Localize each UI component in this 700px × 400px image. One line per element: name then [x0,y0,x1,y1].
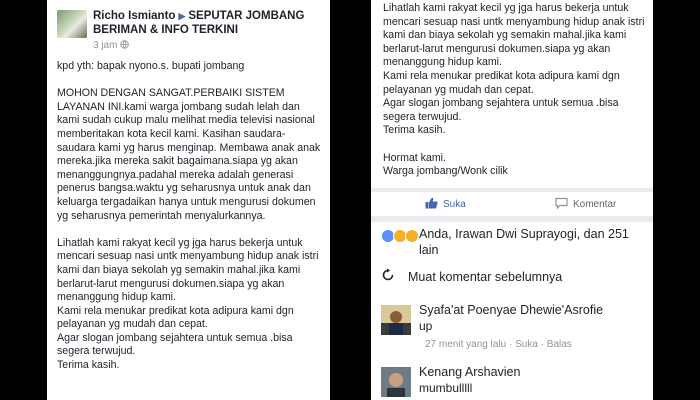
globe-icon [120,40,129,51]
thumbs-up-icon [425,197,438,212]
commenter-avatar[interactable] [381,367,411,397]
load-previous-comments-label: Muat komentar sebelumnya [408,270,563,284]
comment-button[interactable]: Komentar [555,197,616,212]
comment-icon [555,197,568,212]
refresh-icon [381,268,395,287]
comment-meta: 27 menit yang lalu · Suka · Balas [425,339,572,350]
comment-item: Syafa'at Poenyae Dhewie'Asrofie up 27 me… [381,303,649,361]
meta-separator: · [508,339,513,350]
author-name[interactable]: Richo Ismianto [93,10,175,22]
meta-separator: · [540,339,544,350]
reactions-text: Anda, Irawan Dwi Suprayogi, dan 251 lain [419,227,629,257]
like-button[interactable]: Suka [425,197,466,212]
post-timestamp[interactable]: 3 jam [93,40,117,51]
comment-time: 27 menit yang lalu [425,339,507,350]
comment-like-link[interactable]: Suka [515,339,538,350]
comment-text: mumbulllll [419,381,473,395]
group-arrow-icon: ▶ [178,11,186,21]
divider [371,216,653,222]
right-screenshot-panel: Lihatlah kami rakyat kecil yg jga harus … [371,0,653,400]
sad-reaction-icon [405,229,419,243]
post-body-continued: Lihatlah kami rakyat kecil yg jga harus … [383,2,645,178]
author-avatar[interactable] [57,10,87,38]
comment-item: Kenang Arshavien mumbulllll [381,365,649,400]
left-screenshot-panel: Richo Ismianto ▶ SEPUTAR JOMBANG BERIMAN &… [47,0,330,400]
comment-text: up [419,319,433,333]
reaction-icons [381,229,419,243]
commenter-name[interactable]: Kenang Arshavien [419,365,520,380]
load-previous-comments[interactable]: Muat komentar sebelumnya [381,267,649,287]
post-meta: 3 jam [93,40,129,51]
reactions-summary[interactable]: Anda, Irawan Dwi Suprayogi, dan 251 lain [381,226,649,266]
like-label: Suka [443,199,466,210]
comment-label: Komentar [573,199,617,210]
commenter-name[interactable]: Syafa'at Poenyae Dhewie'Asrofie [419,303,603,318]
post-actions: Suka Komentar [371,192,653,216]
commenter-avatar[interactable] [381,305,411,335]
author-line: Richo Ismianto ▶ SEPUTAR JOMBANG BERIMAN &… [93,9,323,37]
comment-reply-link[interactable]: Balas [547,339,572,350]
post-header: Richo Ismianto ▶ SEPUTAR JOMBANG BERIMAN &… [57,7,322,57]
post-body-text: kpd yth: bapak nyono.s. bupati jombang M… [57,60,321,372]
